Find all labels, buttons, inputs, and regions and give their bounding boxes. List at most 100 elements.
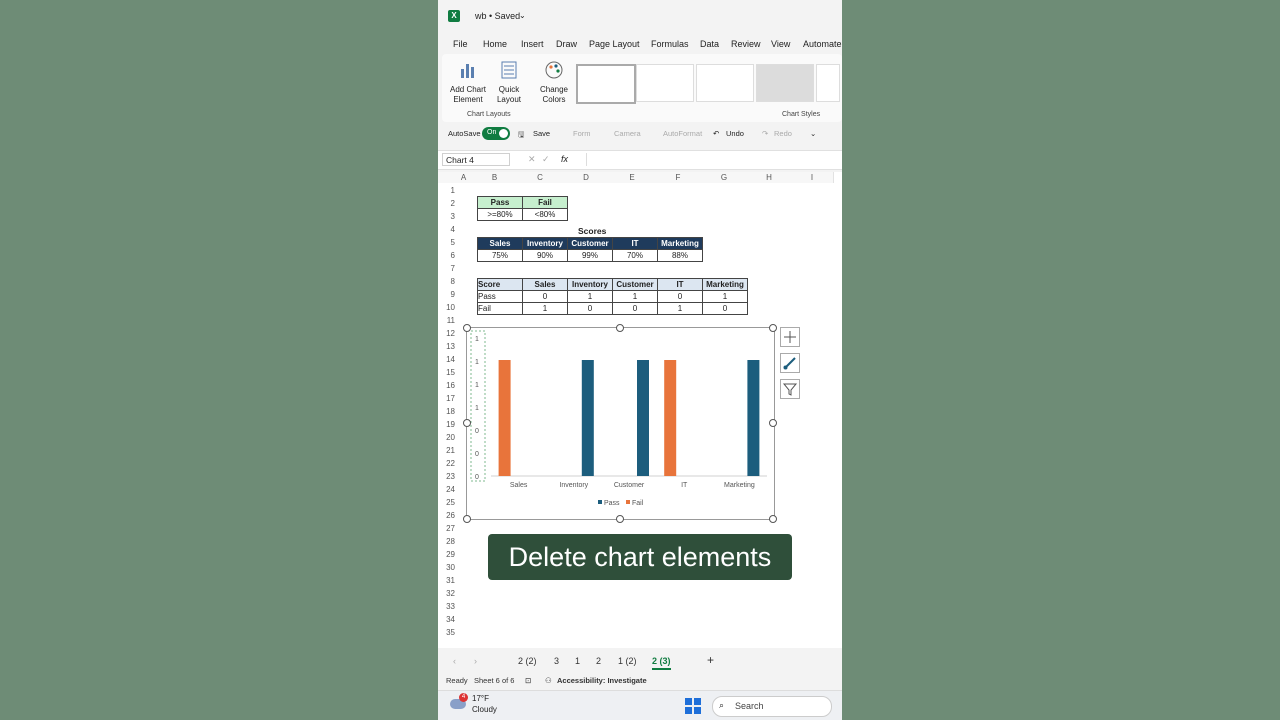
result-cell[interactable]: 1 bbox=[702, 290, 748, 303]
column-header[interactable]: A bbox=[455, 172, 473, 183]
chart-elements-button[interactable] bbox=[780, 327, 800, 347]
result-cell[interactable]: 0 bbox=[612, 302, 658, 315]
x-tick-label[interactable]: Inventory bbox=[559, 482, 588, 489]
row-header[interactable]: 16 bbox=[438, 379, 455, 392]
scores-cell[interactable]: 90% bbox=[522, 249, 568, 262]
cancel-icon[interactable]: ✕ bbox=[528, 154, 536, 165]
result-header[interactable]: Inventory bbox=[567, 278, 613, 291]
row-header[interactable]: 14 bbox=[438, 353, 455, 366]
weather-condition[interactable]: Cloudy bbox=[472, 705, 497, 714]
chart-style-5[interactable] bbox=[816, 64, 840, 102]
y-tick-label[interactable]: 1 bbox=[475, 359, 479, 366]
resize-handle[interactable] bbox=[616, 515, 624, 523]
row-header[interactable]: 29 bbox=[438, 548, 455, 561]
result-cell[interactable]: 1 bbox=[612, 290, 658, 303]
result-cell[interactable]: 0 bbox=[522, 290, 568, 303]
result-header[interactable]: Score bbox=[477, 278, 523, 291]
bar-fail[interactable] bbox=[664, 360, 677, 476]
result-cell[interactable]: Fail bbox=[477, 302, 523, 315]
x-tick-label[interactable]: IT bbox=[681, 482, 688, 489]
y-tick-label[interactable]: 1 bbox=[475, 336, 479, 343]
bar-fail[interactable] bbox=[498, 360, 511, 476]
row-header[interactable]: 26 bbox=[438, 509, 455, 522]
row-header[interactable]: 32 bbox=[438, 587, 455, 600]
row-header[interactable]: 22 bbox=[438, 457, 455, 470]
result-cell[interactable]: 1 bbox=[567, 290, 613, 303]
accessibility-status[interactable]: Accessibility: Investigate bbox=[557, 676, 647, 685]
resize-handle[interactable] bbox=[463, 419, 471, 427]
chart-style-2[interactable] bbox=[636, 64, 694, 102]
row-header[interactable]: 25 bbox=[438, 496, 455, 509]
autoformat-button[interactable]: AutoFormat bbox=[663, 129, 702, 138]
scores-header[interactable]: Customer bbox=[567, 237, 613, 250]
resize-handle[interactable] bbox=[616, 324, 624, 332]
row-header[interactable]: 9 bbox=[438, 288, 455, 301]
scores-cell[interactable]: 70% bbox=[612, 249, 658, 262]
x-tick-label[interactable]: Sales bbox=[510, 482, 528, 489]
result-header[interactable]: IT bbox=[657, 278, 703, 291]
resize-handle[interactable] bbox=[463, 515, 471, 523]
scores-header[interactable]: Inventory bbox=[522, 237, 568, 250]
row-header[interactable]: 34 bbox=[438, 613, 455, 626]
scores-header[interactable]: Marketing bbox=[657, 237, 703, 250]
y-tick-label[interactable]: 0 bbox=[475, 474, 479, 481]
y-tick-label[interactable]: 0 bbox=[475, 451, 479, 458]
row-header[interactable]: 23 bbox=[438, 470, 455, 483]
camera-button[interactable]: Camera bbox=[614, 129, 641, 138]
row-header[interactable]: 15 bbox=[438, 366, 455, 379]
resize-handle[interactable] bbox=[769, 419, 777, 427]
legend-label-fail[interactable]: Fail bbox=[632, 500, 644, 507]
row-header[interactable]: 11 bbox=[438, 314, 455, 327]
tab-page-layout[interactable]: Page Layout bbox=[589, 39, 640, 49]
x-tick-label[interactable]: Customer bbox=[614, 482, 645, 489]
tab-file[interactable]: File bbox=[453, 39, 468, 49]
result-header[interactable]: Sales bbox=[522, 278, 568, 291]
redo-button[interactable]: Redo bbox=[774, 129, 792, 138]
scores-cell[interactable]: 99% bbox=[567, 249, 613, 262]
chart-object[interactable]: 1 1 1 1 0 0 0 Sales Inventory Customer IT Marketing… bbox=[466, 327, 775, 520]
scores-cell[interactable]: 75% bbox=[477, 249, 523, 262]
column-header[interactable]: E bbox=[609, 172, 656, 183]
chart-style-3[interactable] bbox=[696, 64, 754, 102]
scores-header[interactable]: IT bbox=[612, 237, 658, 250]
row-header[interactable]: 30 bbox=[438, 561, 455, 574]
legend-swatch-fail[interactable] bbox=[626, 500, 630, 504]
save-button[interactable]: Save bbox=[533, 129, 550, 138]
row-header[interactable]: 27 bbox=[438, 522, 455, 535]
legend-header-pass[interactable]: Pass bbox=[477, 196, 523, 209]
tab-review[interactable]: Review bbox=[731, 39, 761, 49]
document-title[interactable]: wb • Saved bbox=[475, 11, 520, 21]
result-header[interactable]: Marketing bbox=[702, 278, 748, 291]
column-header[interactable]: F bbox=[655, 172, 702, 183]
add-chart-element-button[interactable]: Add Chart Element bbox=[448, 60, 488, 105]
column-header[interactable]: B bbox=[472, 172, 518, 183]
sheet-tab[interactable]: 3 bbox=[554, 656, 559, 666]
select-all-corner[interactable] bbox=[438, 172, 456, 183]
scores-cell[interactable]: 88% bbox=[657, 249, 703, 262]
legend-header-fail[interactable]: Fail bbox=[522, 196, 568, 209]
row-header[interactable]: 7 bbox=[438, 262, 455, 275]
row-header[interactable]: 24 bbox=[438, 483, 455, 496]
fx-icon[interactable]: fx bbox=[561, 154, 568, 164]
taskbar-search-box[interactable]: ⌕ Search bbox=[712, 696, 832, 717]
bar-pass[interactable] bbox=[747, 360, 760, 476]
legend-label-pass[interactable]: Pass bbox=[604, 500, 620, 507]
row-header[interactable]: 12 bbox=[438, 327, 455, 340]
row-header[interactable]: 5 bbox=[438, 236, 455, 249]
tab-view[interactable]: View bbox=[771, 39, 790, 49]
column-header[interactable]: H bbox=[747, 172, 792, 183]
add-sheet-icon[interactable]: + bbox=[707, 653, 714, 667]
y-tick-label[interactable]: 1 bbox=[475, 382, 479, 389]
sheet-tab[interactable]: 1 (2) bbox=[618, 656, 637, 666]
sheet-tab-active[interactable]: 2 (3) bbox=[652, 656, 671, 670]
resize-handle[interactable] bbox=[463, 324, 471, 332]
row-header[interactable]: 21 bbox=[438, 444, 455, 457]
result-cell[interactable]: 1 bbox=[522, 302, 568, 315]
change-colors-button[interactable]: Change Colors bbox=[535, 60, 573, 105]
weather-temp[interactable]: 17°F bbox=[472, 694, 489, 703]
form-button[interactable]: Form bbox=[573, 129, 591, 138]
row-header[interactable]: 17 bbox=[438, 392, 455, 405]
row-header[interactable]: 33 bbox=[438, 600, 455, 613]
y-tick-label[interactable]: 1 bbox=[475, 405, 479, 412]
quick-layout-button[interactable]: Quick Layout bbox=[491, 60, 527, 105]
